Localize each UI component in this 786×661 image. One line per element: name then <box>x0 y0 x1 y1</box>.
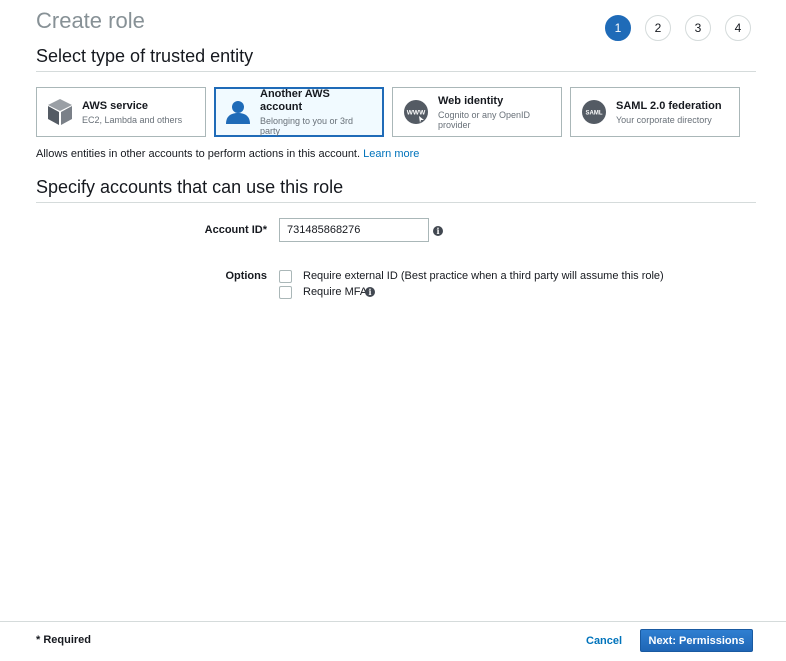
user-icon <box>223 97 253 127</box>
entity-card-desc: Belonging to you or 3rd party <box>260 116 354 136</box>
require-mfa-label: Require MFA <box>303 286 368 298</box>
page-title: Create role <box>36 8 145 33</box>
cancel-button[interactable]: Cancel <box>580 630 628 652</box>
entity-card-web-identity[interactable]: WWW Web identity Cognito or any OpenID p… <box>392 87 562 137</box>
entity-type-cards: AWS service EC2, Lambda and others Anoth… <box>36 87 740 137</box>
mfa-info-icon[interactable]: i <box>365 287 375 297</box>
specify-accounts-heading: Specify accounts that can use this role <box>36 177 756 203</box>
step-2: 2 <box>645 15 671 41</box>
wizard-footer: * Required Cancel Next: Permissions <box>0 621 786 661</box>
entity-card-desc: Your corporate directory <box>616 114 712 125</box>
require-external-id-label: Require external ID (Best practice when … <box>303 270 664 282</box>
account-id-label: Account ID* <box>204 224 267 236</box>
step-3: 3 <box>685 15 711 41</box>
learn-more-link[interactable]: Learn more <box>363 148 419 160</box>
entity-card-desc: Cognito or any OpenID provider <box>438 109 531 130</box>
account-id-input[interactable] <box>279 218 429 242</box>
www-icon-label: WWW <box>407 110 426 117</box>
options-label: Options <box>225 270 267 282</box>
entity-description-text: Allows entities in other accounts to per… <box>36 148 361 160</box>
entity-card-title: Web identity <box>438 94 504 107</box>
saml-icon: SAML <box>579 97 609 127</box>
step-4: 4 <box>725 15 751 41</box>
entity-card-title: AWS service <box>82 99 149 112</box>
step-1: 1 <box>605 15 631 41</box>
next-permissions-button[interactable]: Next: Permissions <box>640 629 753 652</box>
trusted-entity-heading: Select type of trusted entity <box>36 46 756 72</box>
require-external-id-checkbox[interactable] <box>279 270 292 283</box>
entity-card-saml[interactable]: SAML SAML 2.0 federation Your corporate … <box>570 87 740 137</box>
saml-icon-label: SAML <box>586 111 603 117</box>
entity-description: Allows entities in other accounts to per… <box>36 148 419 160</box>
cube-icon <box>45 97 75 127</box>
entity-card-title: SAML 2.0 federation <box>616 99 722 112</box>
entity-card-another-account[interactable]: Another AWS account Belonging to you or … <box>214 87 384 137</box>
wizard-steps: 1 2 3 4 <box>605 15 751 41</box>
required-note: * Required <box>36 634 92 646</box>
entity-card-desc: EC2, Lambda and others <box>82 114 183 125</box>
entity-card-title: Another AWS account <box>260 88 330 113</box>
require-mfa-checkbox[interactable] <box>279 286 292 299</box>
account-id-info-icon[interactable]: i <box>433 226 443 236</box>
entity-card-aws-service[interactable]: AWS service EC2, Lambda and others <box>36 87 206 137</box>
www-icon: WWW <box>401 97 431 127</box>
